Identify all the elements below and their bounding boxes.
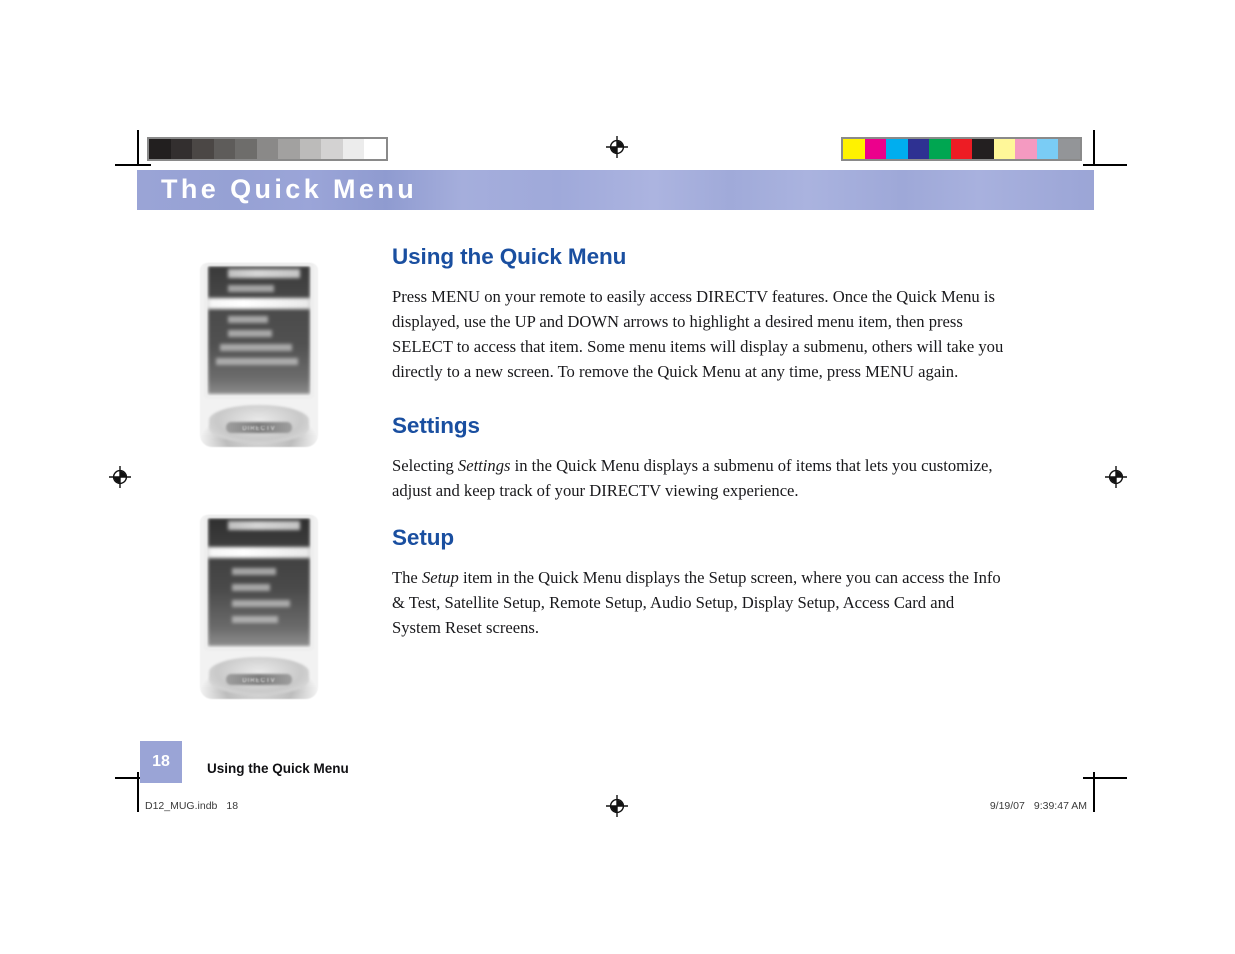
paragraph-settings: Selecting Settings in the Quick Menu dis… bbox=[392, 453, 1006, 503]
color-swatch-0 bbox=[843, 139, 865, 159]
registration-target-icon-right bbox=[1105, 466, 1127, 488]
figure-quick-menu: DIRECTV bbox=[200, 263, 318, 447]
registration-target-icon-left bbox=[109, 466, 131, 488]
osd-title-bar bbox=[228, 269, 300, 278]
crop-mark-top-left-vertical bbox=[137, 130, 139, 166]
slug-file-info: D12_MUG.indb 18 bbox=[145, 800, 238, 812]
grayscale-swatch-1 bbox=[170, 139, 192, 159]
grayscale-swatch-10 bbox=[364, 139, 386, 159]
osd-title-bar bbox=[228, 521, 300, 530]
paragraph-setup-emphasis: Setup bbox=[421, 568, 459, 587]
page-number-box: 18 bbox=[140, 741, 182, 783]
grayscale-swatch-3 bbox=[213, 139, 235, 159]
chapter-header-band: The Quick Menu bbox=[137, 170, 1094, 210]
figure-quick-menu-settings: DIRECTV bbox=[200, 515, 318, 699]
tv-brand-badge-text: DIRECTV bbox=[242, 426, 276, 432]
osd-menu-item bbox=[232, 568, 276, 575]
section-heading-settings: Settings bbox=[392, 413, 480, 438]
grayscale-calibration-strip bbox=[147, 137, 388, 161]
section-heading-using-the-quick-menu: Using the Quick Menu bbox=[392, 244, 627, 269]
crop-mark-top-left-horizontal bbox=[115, 164, 151, 166]
paragraph-setup: The Setup item in the Quick Menu display… bbox=[392, 565, 1006, 640]
paragraph-setup-rest: item in the Quick Menu displays the Setu… bbox=[392, 568, 1001, 637]
crop-mark-top-right-vertical bbox=[1093, 130, 1095, 166]
osd-menu-item bbox=[228, 316, 268, 323]
slug-file-name: D12_MUG.indb bbox=[145, 800, 218, 812]
grayscale-swatch-0 bbox=[149, 139, 171, 159]
paragraph-settings-emphasis: Settings bbox=[457, 456, 511, 475]
grayscale-swatch-5 bbox=[256, 139, 278, 159]
color-swatch-6 bbox=[972, 139, 994, 159]
osd-menu-item bbox=[232, 616, 278, 623]
tv-screen bbox=[208, 266, 310, 394]
color-swatch-2 bbox=[886, 139, 908, 159]
osd-menu-item bbox=[216, 358, 298, 365]
osd-menu-item-highlighted bbox=[208, 298, 310, 309]
registration-target-icon-top bbox=[606, 136, 628, 158]
page-number: 18 bbox=[152, 753, 170, 770]
tv-screen bbox=[208, 518, 310, 646]
color-swatch-1 bbox=[864, 139, 886, 159]
section-heading-setup: Setup bbox=[392, 525, 455, 550]
color-swatch-3 bbox=[907, 139, 929, 159]
osd-menu-item bbox=[228, 330, 272, 337]
slug-file-page: 18 bbox=[226, 800, 239, 812]
osd-menu-item bbox=[228, 285, 274, 292]
paragraph-setup-lead: The bbox=[392, 568, 422, 587]
color-swatch-8 bbox=[1015, 139, 1037, 159]
chapter-title: The Quick Menu bbox=[161, 173, 418, 204]
registration-target-icon-bottom bbox=[606, 795, 628, 817]
osd-menu-item bbox=[232, 600, 290, 607]
grayscale-swatch-7 bbox=[299, 139, 321, 159]
color-swatch-7 bbox=[993, 139, 1015, 159]
crop-mark-bottom-right-horizontal bbox=[1083, 777, 1127, 779]
color-swatch-10 bbox=[1058, 139, 1080, 159]
color-swatch-4 bbox=[929, 139, 951, 159]
osd-menu-item-highlighted bbox=[208, 547, 310, 558]
color-swatch-5 bbox=[950, 139, 972, 159]
grayscale-swatch-8 bbox=[321, 139, 343, 159]
paragraph-using-the-quick-menu: Press MENU on your remote to easily acce… bbox=[392, 287, 1004, 381]
running-footer: Using the Quick Menu bbox=[207, 761, 349, 776]
grayscale-swatch-6 bbox=[278, 139, 300, 159]
osd-menu-item bbox=[220, 344, 292, 351]
grayscale-swatch-4 bbox=[235, 139, 257, 159]
slug-timestamp: 9/19/07 9:39:47 AM bbox=[990, 800, 1087, 812]
osd-menu-item bbox=[232, 584, 270, 591]
grayscale-swatch-9 bbox=[342, 139, 364, 159]
color-swatch-9 bbox=[1036, 139, 1058, 159]
tv-brand-badge-text: DIRECTV bbox=[242, 678, 276, 684]
slug-time: 9:39:47 AM bbox=[1033, 800, 1087, 812]
paragraph-settings-lead: Selecting bbox=[392, 456, 458, 475]
body-column: Using the Quick Menu Press MENU on your … bbox=[392, 244, 1006, 640]
crop-mark-top-right-horizontal bbox=[1083, 164, 1127, 166]
printed-page: The Quick Menu DIRECTV DIRECTV Using the… bbox=[0, 0, 1235, 954]
grayscale-swatch-2 bbox=[192, 139, 214, 159]
slug-date: 9/19/07 bbox=[989, 800, 1025, 812]
color-calibration-strip bbox=[841, 137, 1082, 161]
